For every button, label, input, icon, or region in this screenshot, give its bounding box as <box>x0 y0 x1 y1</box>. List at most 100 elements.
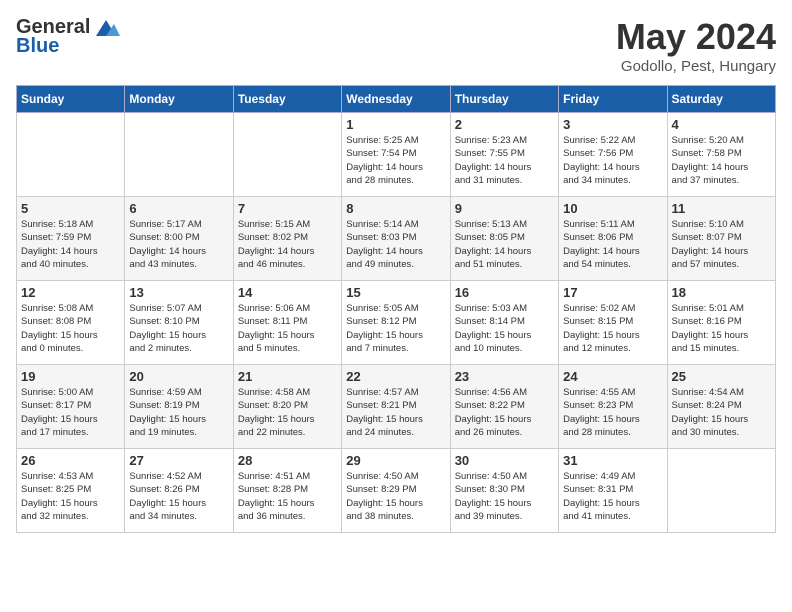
calendar-cell: 14Sunrise: 5:06 AM Sunset: 8:11 PM Dayli… <box>233 281 341 365</box>
day-number: 24 <box>563 369 662 384</box>
day-number: 29 <box>346 453 445 468</box>
calendar-cell: 26 Sunrise: 4:53 AM Sunset: 8:25 PM Dayli… <box>17 449 125 533</box>
day-number: 23 <box>455 369 554 384</box>
day-number: 7 <box>238 201 337 216</box>
day-info: Sunrise: 5:13 AM Sunset: 8:05 PM Dayligh… <box>455 218 554 271</box>
weekday-header-row: SundayMondayTuesdayWednesdayThursdayFrid… <box>17 86 776 113</box>
calendar-cell: 2 Sunrise: 5:23 AM Sunset: 7:55 PM Daylig… <box>450 113 558 197</box>
day-number: 3 <box>563 117 662 132</box>
day-info: Sunrise: 5:01 AM Sunset: 8:16 PM Dayligh… <box>672 302 771 355</box>
day-info: Sunrise: 5:22 AM Sunset: 7:56 PM Dayligh… <box>563 134 662 187</box>
day-number: 31 <box>563 453 662 468</box>
day-info: Sunrise: 5:07 AM Sunset: 8:10 PM Dayligh… <box>129 302 228 355</box>
calendar-cell: 12 Sunrise: 5:08 AM Sunset: 8:08 PM Dayli… <box>17 281 125 365</box>
day-number: 13 <box>129 285 228 300</box>
day-info: Sunrise: 5:06 AM Sunset: 8:11 PM Dayligh… <box>238 302 337 355</box>
calendar-week-row: 12 Sunrise: 5:08 AM Sunset: 8:08 PM Dayli… <box>17 281 776 365</box>
day-number: 27 <box>129 453 228 468</box>
day-number: 1 <box>346 117 445 132</box>
day-number: 30 <box>455 453 554 468</box>
weekday-header-tuesday: Tuesday <box>233 86 341 113</box>
calendar-cell: 5 Sunrise: 5:18 AM Sunset: 7:59 PM Daylig… <box>17 197 125 281</box>
location-title: Godollo, Pest, Hungary <box>616 58 776 75</box>
day-info: Sunrise: 5:23 AM Sunset: 7:55 PM Dayligh… <box>455 134 554 187</box>
header: General Blue May 2024 Godollo, Pest, Hun… <box>16 16 776 75</box>
calendar-cell: 8 Sunrise: 5:14 AM Sunset: 8:03 PM Daylig… <box>342 197 450 281</box>
day-info: Sunrise: 5:17 AM Sunset: 8:00 PM Dayligh… <box>129 218 228 271</box>
calendar-cell: 24 Sunrise: 4:55 AM Sunset: 8:23 PM Dayli… <box>559 365 667 449</box>
day-number: 17 <box>563 285 662 300</box>
day-number: 22 <box>346 369 445 384</box>
calendar-cell: 28 Sunrise: 4:51 AM Sunset: 8:28 PM Dayli… <box>233 449 341 533</box>
day-info: Sunrise: 4:49 AM Sunset: 8:31 PM Dayligh… <box>563 470 662 523</box>
day-info: Sunrise: 5:10 AM Sunset: 8:07 PM Dayligh… <box>672 218 771 271</box>
calendar-cell: 23 Sunrise: 4:56 AM Sunset: 8:22 PM Dayli… <box>450 365 558 449</box>
day-info: Sunrise: 4:55 AM Sunset: 8:23 PM Dayligh… <box>563 386 662 439</box>
day-number: 9 <box>455 201 554 216</box>
day-info: Sunrise: 5:02 AM Sunset: 8:15 PM Dayligh… <box>563 302 662 355</box>
calendar-cell: 13 Sunrise: 5:07 AM Sunset: 8:10 PM Dayli… <box>125 281 233 365</box>
day-number: 21 <box>238 369 337 384</box>
day-number: 20 <box>129 369 228 384</box>
day-number: 15 <box>346 285 445 300</box>
day-info: Sunrise: 5:05 AM Sunset: 8:12 PM Dayligh… <box>346 302 445 355</box>
day-number: 19 <box>21 369 120 384</box>
day-info: Sunrise: 4:58 AM Sunset: 8:20 PM Dayligh… <box>238 386 337 439</box>
calendar-week-row: 26 Sunrise: 4:53 AM Sunset: 8:25 PM Dayli… <box>17 449 776 533</box>
day-info: Sunrise: 4:54 AM Sunset: 8:24 PM Dayligh… <box>672 386 771 439</box>
day-number: 5 <box>21 201 120 216</box>
calendar-cell: 4Sunrise: 5:20 AM Sunset: 7:58 PM Daylig… <box>667 113 775 197</box>
day-info: Sunrise: 5:20 AM Sunset: 7:58 PM Dayligh… <box>672 134 771 187</box>
logo: General Blue <box>16 16 120 58</box>
day-info: Sunrise: 5:14 AM Sunset: 8:03 PM Dayligh… <box>346 218 445 271</box>
calendar-cell: 7Sunrise: 5:15 AM Sunset: 8:02 PM Daylig… <box>233 197 341 281</box>
calendar-cell <box>667 449 775 533</box>
day-info: Sunrise: 5:08 AM Sunset: 8:08 PM Dayligh… <box>21 302 120 355</box>
calendar-week-row: 5 Sunrise: 5:18 AM Sunset: 7:59 PM Daylig… <box>17 197 776 281</box>
day-info: Sunrise: 4:51 AM Sunset: 8:28 PM Dayligh… <box>238 470 337 523</box>
calendar-cell: 10Sunrise: 5:11 AM Sunset: 8:06 PM Dayli… <box>559 197 667 281</box>
calendar-cell <box>233 113 341 197</box>
weekday-header-friday: Friday <box>559 86 667 113</box>
day-number: 2 <box>455 117 554 132</box>
calendar-week-row: 1 Sunrise: 5:25 AM Sunset: 7:54 PM Daylig… <box>17 113 776 197</box>
calendar-cell: 22 Sunrise: 4:57 AM Sunset: 8:21 PM Dayli… <box>342 365 450 449</box>
day-info: Sunrise: 4:57 AM Sunset: 8:21 PM Dayligh… <box>346 386 445 439</box>
calendar-cell: 9 Sunrise: 5:13 AM Sunset: 8:05 PM Daylig… <box>450 197 558 281</box>
calendar-cell: 17 Sunrise: 5:02 AM Sunset: 8:15 PM Dayli… <box>559 281 667 365</box>
calendar-cell: 16Sunrise: 5:03 AM Sunset: 8:14 PM Dayli… <box>450 281 558 365</box>
day-number: 26 <box>21 453 120 468</box>
weekday-header-monday: Monday <box>125 86 233 113</box>
calendar-cell: 27Sunrise: 4:52 AM Sunset: 8:26 PM Dayli… <box>125 449 233 533</box>
day-number: 28 <box>238 453 337 468</box>
day-number: 8 <box>346 201 445 216</box>
day-info: Sunrise: 4:59 AM Sunset: 8:19 PM Dayligh… <box>129 386 228 439</box>
calendar-cell: 15 Sunrise: 5:05 AM Sunset: 8:12 PM Dayli… <box>342 281 450 365</box>
weekday-header-thursday: Thursday <box>450 86 558 113</box>
calendar-week-row: 19 Sunrise: 5:00 AM Sunset: 8:17 PM Dayli… <box>17 365 776 449</box>
calendar-cell: 3 Sunrise: 5:22 AM Sunset: 7:56 PM Daylig… <box>559 113 667 197</box>
day-number: 18 <box>672 285 771 300</box>
calendar-cell: 1 Sunrise: 5:25 AM Sunset: 7:54 PM Daylig… <box>342 113 450 197</box>
day-info: Sunrise: 4:56 AM Sunset: 8:22 PM Dayligh… <box>455 386 554 439</box>
month-title: May 2024 <box>616 16 776 58</box>
calendar-cell: 11Sunrise: 5:10 AM Sunset: 8:07 PM Dayli… <box>667 197 775 281</box>
calendar-cell: 30 Sunrise: 4:50 AM Sunset: 8:30 PM Dayli… <box>450 449 558 533</box>
title-area: May 2024 Godollo, Pest, Hungary <box>616 16 776 75</box>
calendar-cell: 25 Sunrise: 4:54 AM Sunset: 8:24 PM Dayli… <box>667 365 775 449</box>
logo-blue-text: Blue <box>16 35 59 58</box>
day-info: Sunrise: 4:53 AM Sunset: 8:25 PM Dayligh… <box>21 470 120 523</box>
day-info: Sunrise: 5:25 AM Sunset: 7:54 PM Dayligh… <box>346 134 445 187</box>
day-info: Sunrise: 5:18 AM Sunset: 7:59 PM Dayligh… <box>21 218 120 271</box>
day-info: Sunrise: 4:50 AM Sunset: 8:29 PM Dayligh… <box>346 470 445 523</box>
day-info: Sunrise: 5:00 AM Sunset: 8:17 PM Dayligh… <box>21 386 120 439</box>
day-number: 12 <box>21 285 120 300</box>
calendar-cell: 29 Sunrise: 4:50 AM Sunset: 8:29 PM Dayli… <box>342 449 450 533</box>
day-info: Sunrise: 4:50 AM Sunset: 8:30 PM Dayligh… <box>455 470 554 523</box>
calendar-cell: 20 Sunrise: 4:59 AM Sunset: 8:19 PM Dayli… <box>125 365 233 449</box>
day-info: Sunrise: 5:03 AM Sunset: 8:14 PM Dayligh… <box>455 302 554 355</box>
logo-icon <box>92 18 120 38</box>
day-number: 10 <box>563 201 662 216</box>
day-number: 25 <box>672 369 771 384</box>
weekday-header-saturday: Saturday <box>667 86 775 113</box>
